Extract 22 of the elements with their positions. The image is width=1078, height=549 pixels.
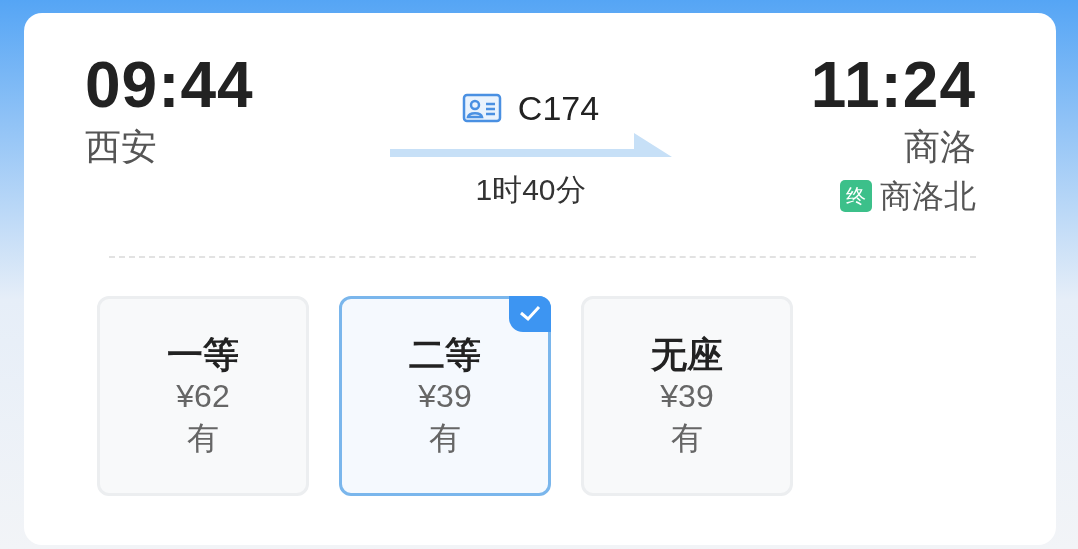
arrival-time: 11:24 (810, 53, 976, 117)
seat-availability: 有 (429, 418, 461, 458)
seat-price: ¥39 (660, 377, 714, 417)
seat-option[interactable]: 一等 ¥62 有 (97, 296, 309, 497)
id-card-icon (461, 93, 502, 123)
seat-availability: 有 (187, 418, 219, 458)
seat-availability: 有 (671, 418, 703, 458)
departure-time: 09:44 (85, 53, 254, 117)
train-number: C174 (517, 91, 600, 125)
seat-option[interactable]: 无座 ¥39 有 (581, 296, 793, 497)
terminal-badge: 终 (840, 180, 872, 213)
check-icon (509, 296, 551, 333)
terminal-station: 商洛北 (880, 177, 976, 217)
seat-class: 无座 (651, 333, 723, 377)
seat-option[interactable]: 二等 ¥39 有 (339, 296, 551, 497)
seat-class: 一等 (167, 333, 239, 377)
seat-price: ¥62 (176, 377, 230, 417)
travel-duration: 1时40分 (475, 172, 586, 208)
arrival-station: 商洛 (904, 125, 976, 169)
seat-price: ¥39 (418, 377, 472, 417)
departure-station: 西安 (85, 125, 157, 169)
seat-class: 二等 (409, 333, 481, 377)
